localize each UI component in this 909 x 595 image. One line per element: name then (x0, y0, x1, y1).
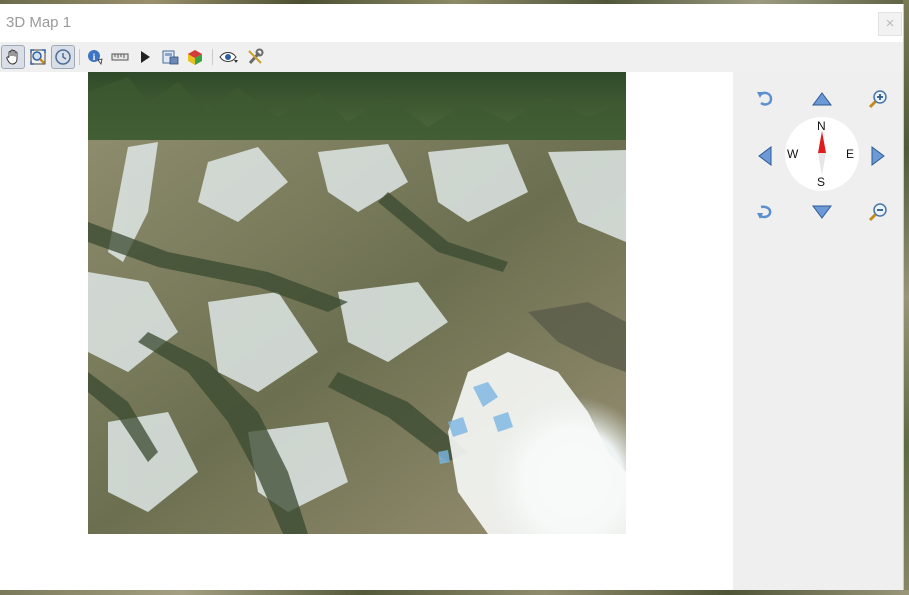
pan-left-icon (758, 146, 772, 166)
map-themes-icon (188, 50, 202, 65)
pan-right-icon (871, 146, 885, 166)
zoom-in-icon (868, 90, 887, 109)
rotate-left-icon (757, 91, 773, 106)
3d-map-canvas[interactable] (0, 72, 733, 590)
close-button[interactable]: × (878, 12, 902, 36)
pan-up-icon (812, 92, 832, 106)
compass-needle-icon (818, 131, 826, 175)
title-bar: 3D Map 1 × (0, 4, 903, 42)
rotate-right-icon (757, 205, 772, 219)
desktop-background-bottom (0, 590, 909, 595)
compass-east-label: E (846, 147, 855, 161)
map-themes-button[interactable] (183, 45, 207, 69)
pan-down-icon (812, 205, 832, 219)
toolbar-separator (79, 49, 80, 65)
compass-south-label: S (817, 175, 826, 189)
window-title: 3D Map 1 (6, 14, 72, 31)
3d-map-window: 3D Map 1 × i N S E W (0, 4, 904, 590)
animation-button[interactable] (133, 45, 157, 69)
zoom-out-button[interactable] (865, 199, 891, 225)
pan-icon (6, 49, 18, 65)
compass-west-label: W (787, 147, 799, 161)
identify-icon: i (88, 50, 103, 65)
pan-down-button[interactable] (809, 199, 835, 225)
configure-icon (248, 48, 264, 65)
compass-widget[interactable]: N S E W (785, 117, 859, 191)
terrain-view[interactable] (88, 72, 626, 534)
view-options-icon (219, 52, 238, 63)
measure-button[interactable] (108, 45, 132, 69)
toolbar: i (0, 42, 903, 72)
pan-left-button[interactable] (752, 143, 778, 169)
export-scene-icon (162, 50, 179, 65)
rotate-left-button[interactable] (752, 86, 778, 112)
export-button[interactable] (158, 45, 182, 69)
close-icon: × (885, 15, 895, 32)
zoom-full-button[interactable] (26, 45, 50, 69)
zoom-in-button[interactable] (865, 86, 891, 112)
navigation-panel: N S E W (733, 72, 903, 590)
play-animation-icon (141, 51, 150, 63)
measure-icon (111, 53, 129, 61)
configure-button[interactable] (243, 45, 267, 69)
toolbar-separator (212, 49, 213, 65)
camera-orbit-icon (55, 49, 71, 65)
zoom-full-icon (30, 49, 46, 65)
camera-control-button[interactable] (51, 45, 75, 69)
pan-right-button[interactable] (865, 143, 891, 169)
rotate-right-button[interactable] (752, 199, 778, 225)
view-options-button[interactable] (217, 45, 241, 69)
pan-up-button[interactable] (809, 86, 835, 112)
pan-button[interactable] (1, 45, 25, 69)
zoom-out-icon (868, 203, 887, 222)
identify-button[interactable]: i (83, 45, 107, 69)
